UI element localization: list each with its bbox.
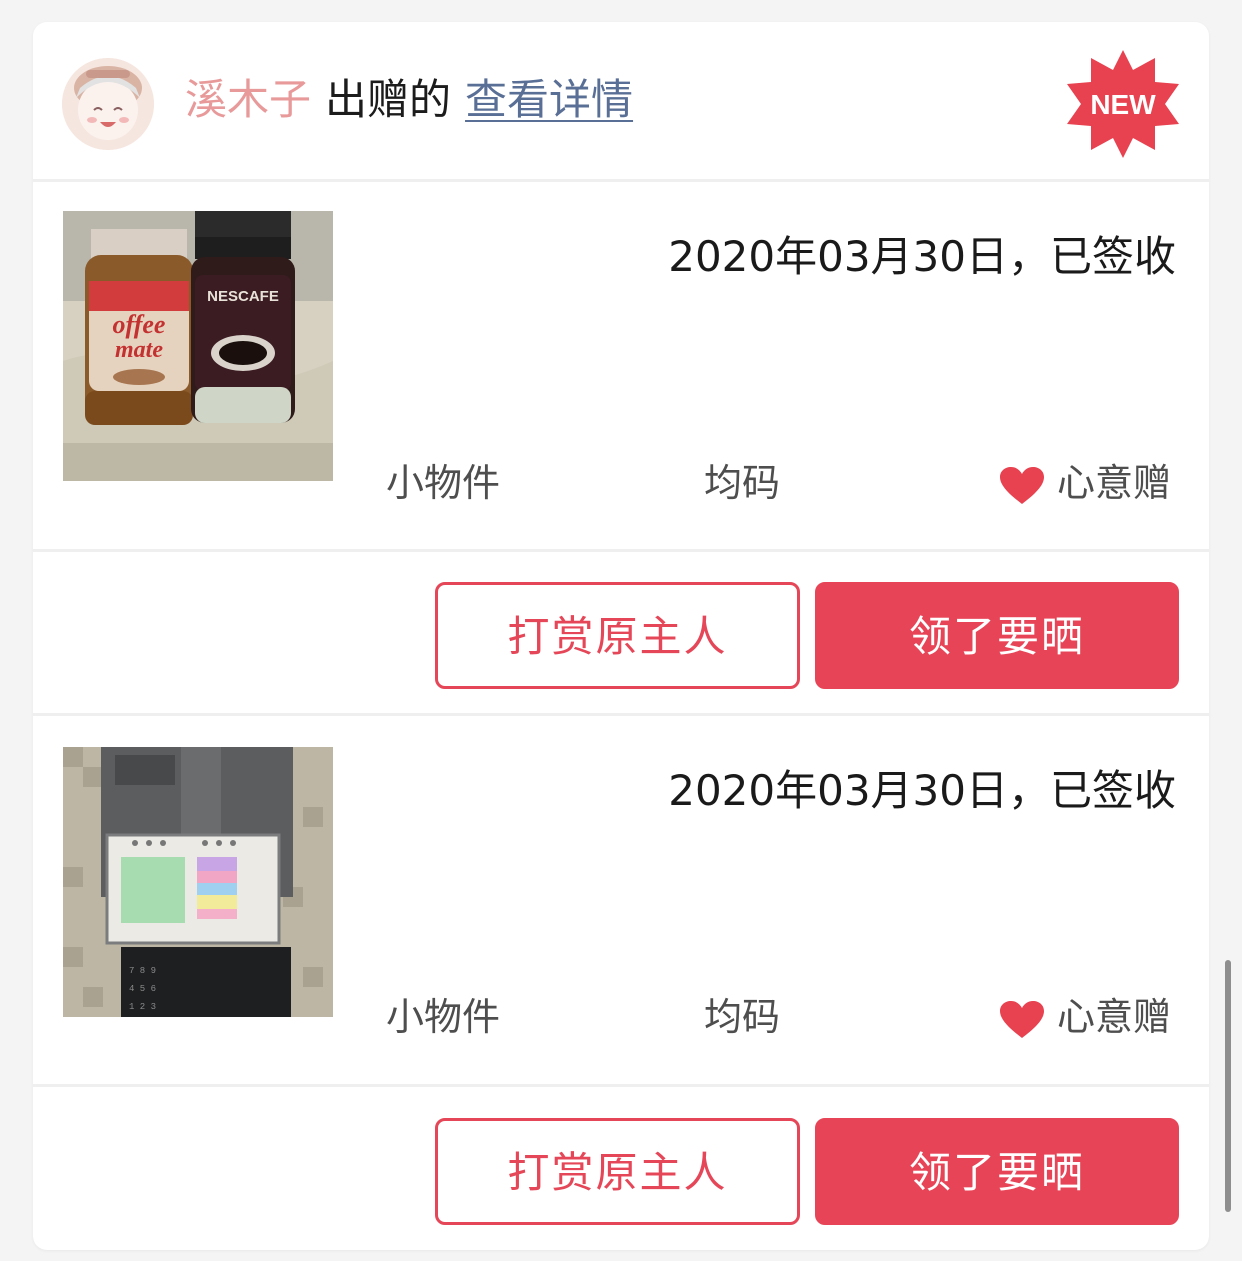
item-status: 2020年03月30日，已签收 <box>668 232 1176 281</box>
item-gift-type: 心意赠 <box>1057 995 1172 1039</box>
notebook-image: 7 8 9 4 5 6 1 2 3 <box>63 747 333 1017</box>
share-received-button[interactable]: 领了要晒 <box>815 1118 1179 1225</box>
scrollbar[interactable] <box>1225 960 1231 1212</box>
svg-text:1 2 3: 1 2 3 <box>129 1002 156 1012</box>
avatar-image <box>62 58 154 150</box>
heart-icon <box>1000 1001 1044 1038</box>
item-image[interactable]: 7 8 9 4 5 6 1 2 3 <box>63 747 333 1017</box>
gave-text: 出赠的 <box>325 75 452 124</box>
avatar[interactable] <box>62 58 154 150</box>
header-text: 溪木子 出赠的 查看详情 <box>185 72 633 128</box>
list-item[interactable]: offee mate NESCAFE 2020年03月30日，已签收 小物件 均… <box>33 182 1209 549</box>
heart-icon <box>1000 467 1044 504</box>
reward-owner-button[interactable]: 打赏原主人 <box>435 582 800 689</box>
list-item[interactable]: 7 8 9 4 5 6 1 2 3 2020年03月30日，已签收 小物件 均码… <box>33 716 1209 1084</box>
item-image[interactable]: offee mate NESCAFE <box>63 211 333 481</box>
coffee-jars-image: offee mate NESCAFE <box>63 211 333 481</box>
svg-text:offee: offee <box>113 310 166 339</box>
new-badge: NEW <box>1067 50 1179 158</box>
svg-text:4 5 6: 4 5 6 <box>129 984 156 994</box>
item-category: 小物件 <box>386 995 501 1039</box>
new-badge-text: NEW <box>1090 89 1156 120</box>
item-size: 均码 <box>704 995 781 1039</box>
svg-text:7 8 9: 7 8 9 <box>129 966 156 976</box>
gift-card: 溪木子 出赠的 查看详情 NEW offee mate NESCAFE 2020… <box>33 22 1209 1250</box>
item-gift-type: 心意赠 <box>1057 461 1172 505</box>
svg-text:mate: mate <box>115 337 163 363</box>
divider <box>33 549 1209 552</box>
reward-owner-button[interactable]: 打赏原主人 <box>435 1118 800 1225</box>
item-size: 均码 <box>704 461 781 505</box>
divider <box>33 1084 1209 1087</box>
svg-text:NESCAFE: NESCAFE <box>207 288 279 305</box>
view-details-link[interactable]: 查看详情 <box>465 75 633 124</box>
share-received-button[interactable]: 领了要晒 <box>815 582 1179 689</box>
item-category: 小物件 <box>386 461 501 505</box>
item-status: 2020年03月30日，已签收 <box>668 766 1176 815</box>
owner-name[interactable]: 溪木子 <box>185 75 311 124</box>
gift-card-header: 溪木子 出赠的 查看详情 NEW <box>33 22 1209 182</box>
